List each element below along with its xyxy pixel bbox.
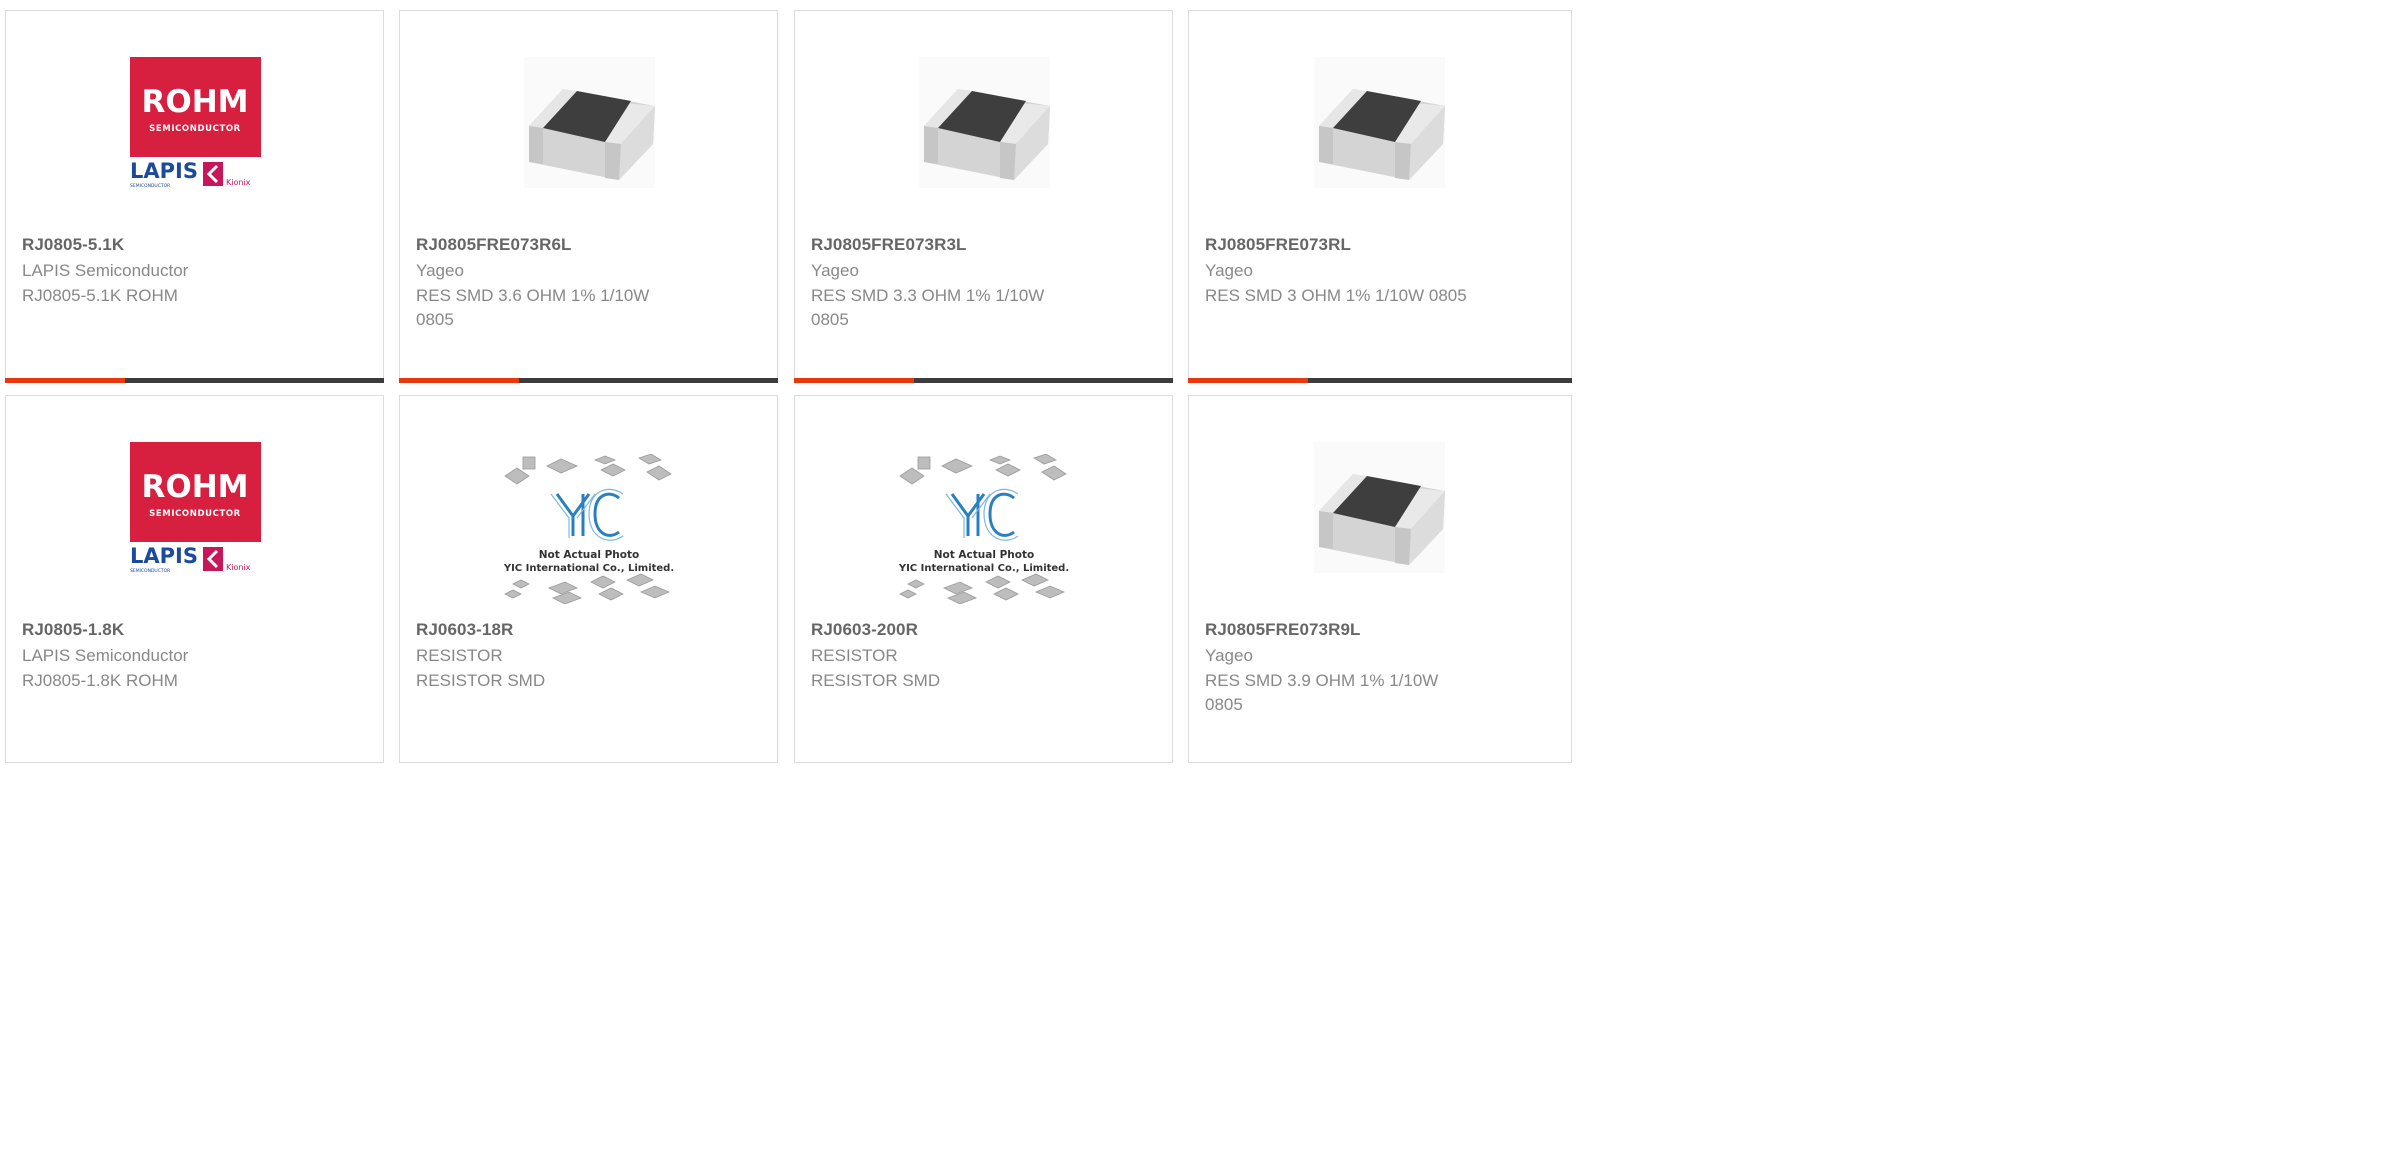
product-description: RESISTOR SMD — [811, 671, 941, 690]
part-number-link[interactable]: RJ0805FRE073R3L — [811, 235, 967, 255]
svg-text:ROHM: ROHM — [141, 84, 248, 120]
svg-text:LAPIS: LAPIS — [130, 159, 198, 183]
product-image[interactable]: ROHM SEMICONDUCTOR LAPIS SEMICONDUCTOR K… — [125, 439, 265, 579]
product-image[interactable] — [914, 54, 1054, 194]
manufacturer-name: Yageo — [416, 261, 464, 280]
part-number-link[interactable]: RJ0805FRE073RL — [1205, 235, 1351, 255]
product-description: RJ0805-1.8K ROHM — [22, 671, 178, 690]
product-description: RES SMD 3.3 OHM 1% 1/10W 0805 — [811, 286, 1045, 329]
svg-text:Kionix: Kionix — [226, 563, 251, 572]
product-image[interactable] — [1309, 439, 1449, 579]
product-card[interactable]: ROHM SEMICONDUCTOR LAPIS SEMICONDUCTOR K… — [5, 395, 384, 763]
smd-resistor-chip-icon — [1314, 442, 1445, 573]
product-card[interactable]: RJ0805FRE073R9L Yageo RES SMD 3.9 OHM 1%… — [1188, 395, 1572, 763]
smd-resistor-chip-icon — [918, 57, 1050, 188]
manufacturer-name: LAPIS Semiconductor — [22, 261, 189, 280]
svg-text:YIC International Co., Limited: YIC International Co., Limited. — [502, 563, 673, 574]
manufacturer-name: RESISTOR — [416, 646, 503, 665]
part-number-link[interactable]: RJ0805-5.1K — [22, 235, 124, 255]
manufacturer-name: Yageo — [1205, 261, 1253, 280]
svg-text:ROHM: ROHM — [141, 469, 248, 505]
card-accent-bar — [1188, 378, 1308, 383]
manufacturer-name: Yageo — [811, 261, 859, 280]
card-accent-bar — [794, 378, 914, 383]
card-bottom-bar — [5, 378, 384, 383]
part-number-link[interactable]: RJ0603-200R — [811, 620, 918, 640]
product-description: RJ0805-5.1K ROHM — [22, 286, 178, 305]
manufacturer-name: LAPIS Semiconductor — [22, 646, 189, 665]
product-card[interactable]: RJ0805FRE073R6L Yageo RES SMD 3.6 OHM 1%… — [399, 10, 778, 383]
svg-text:LAPIS: LAPIS — [130, 544, 198, 568]
part-number-link[interactable]: RJ0805FRE073R9L — [1205, 620, 1361, 640]
svg-text:YIC International Co., Limited: YIC International Co., Limited. — [897, 563, 1068, 574]
product-description: RES SMD 3.9 OHM 1% 1/10W 0805 — [1205, 671, 1439, 714]
product-card[interactable]: ROHM SEMICONDUCTOR LAPIS SEMICONDUCTOR K… — [5, 10, 384, 383]
card-bottom-bar — [794, 378, 1173, 383]
rohm-lapis-logo-icon: ROHM SEMICONDUCTOR LAPIS SEMICONDUCTOR K… — [129, 57, 261, 189]
svg-text:SEMICONDUCTOR: SEMICONDUCTOR — [149, 124, 241, 134]
svg-text:Not Actual Photo: Not Actual Photo — [538, 549, 638, 561]
product-card[interactable]: RJ0805FRE073R3L Yageo RES SMD 3.3 OHM 1%… — [794, 10, 1173, 383]
product-card[interactable]: RJ0805FRE073RL Yageo RES SMD 3 OHM 1% 1/… — [1188, 10, 1572, 383]
manufacturer-name: Yageo — [1205, 646, 1253, 665]
part-number-link[interactable]: RJ0603-18R — [416, 620, 513, 640]
product-grid: ROHM SEMICONDUCTOR LAPIS SEMICONDUCTOR K… — [0, 0, 1572, 763]
product-description: RES SMD 3 OHM 1% 1/10W 0805 — [1205, 286, 1467, 305]
manufacturer-name: RESISTOR — [811, 646, 898, 665]
rohm-lapis-logo-icon: ROHM SEMICONDUCTOR LAPIS SEMICONDUCTOR K… — [129, 442, 261, 574]
svg-text:SEMICONDUCTOR: SEMICONDUCTOR — [149, 509, 241, 519]
card-bottom-bar — [1188, 378, 1572, 383]
card-bottom-bar — [399, 378, 778, 383]
product-image[interactable] — [1309, 54, 1449, 194]
product-image[interactable] — [519, 54, 659, 194]
part-number-link[interactable]: RJ0805-1.8K — [22, 620, 124, 640]
product-card[interactable]: Not Actual Photo YIC International Co., … — [399, 395, 778, 763]
yic-not-actual-photo-icon: Not Actual Photo YIC International Co., … — [897, 454, 1069, 604]
product-description: RES SMD 3.6 OHM 1% 1/10W 0805 — [416, 286, 650, 329]
part-number-link[interactable]: RJ0805FRE073R6L — [416, 235, 572, 255]
svg-text:SEMICONDUCTOR: SEMICONDUCTOR — [130, 183, 170, 189]
product-image[interactable]: Not Actual Photo YIC International Co., … — [499, 454, 679, 604]
product-image[interactable]: Not Actual Photo YIC International Co., … — [894, 454, 1074, 604]
smd-resistor-chip-icon — [1314, 57, 1445, 188]
card-accent-bar — [399, 378, 519, 383]
card-accent-bar — [5, 378, 125, 383]
yic-not-actual-photo-icon: Not Actual Photo YIC International Co., … — [502, 454, 674, 604]
product-description: RESISTOR SMD — [416, 671, 546, 690]
product-image[interactable]: ROHM SEMICONDUCTOR LAPIS SEMICONDUCTOR K… — [125, 54, 265, 194]
svg-text:Kionix: Kionix — [226, 178, 251, 187]
product-card[interactable]: Not Actual Photo YIC International Co., … — [794, 395, 1173, 763]
svg-text:SEMICONDUCTOR: SEMICONDUCTOR — [130, 568, 170, 574]
svg-text:Not Actual Photo: Not Actual Photo — [933, 549, 1033, 561]
smd-resistor-chip-icon — [523, 57, 655, 188]
